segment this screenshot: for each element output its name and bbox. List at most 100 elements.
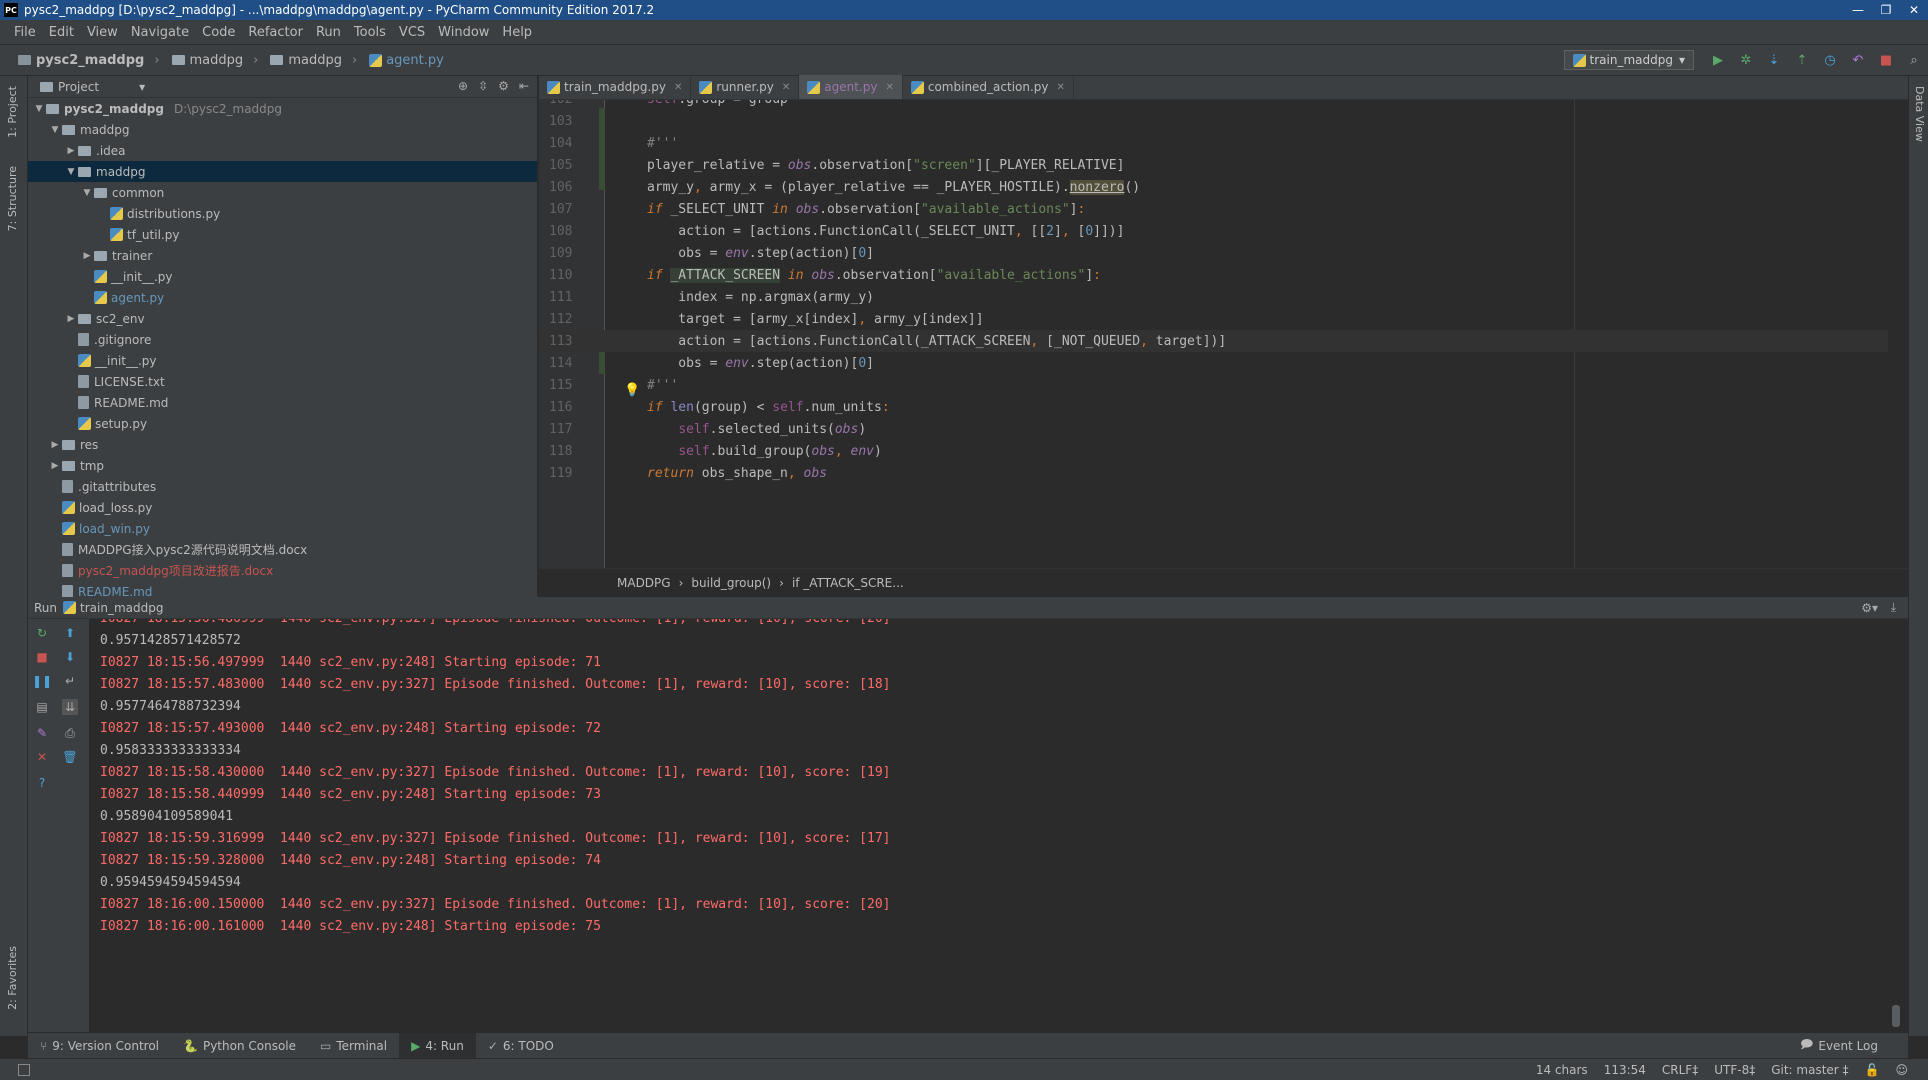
tree-item[interactable]: MADDPG接入pysc2源代码说明文档.docx bbox=[28, 539, 537, 560]
code-line[interactable]: 102 self.group = group bbox=[539, 100, 1888, 110]
data-view-tool-tab[interactable]: Data View bbox=[1913, 86, 1926, 142]
tree-item[interactable]: LICENSE.txt bbox=[28, 371, 537, 392]
tree-item[interactable]: README.md bbox=[28, 392, 537, 413]
minimize-button[interactable]: — bbox=[1844, 0, 1872, 20]
code-line[interactable]: 105 player_relative = obs.observation["sc… bbox=[539, 154, 1888, 176]
close-tab-icon[interactable]: ✕ bbox=[1057, 82, 1065, 93]
code-line[interactable]: 107 if _SELECT_UNIT in obs.observation["a… bbox=[539, 198, 1888, 220]
menu-run[interactable]: Run bbox=[316, 25, 341, 40]
expand-arrow-icon[interactable]: ▶ bbox=[64, 314, 78, 324]
expand-arrow-icon[interactable]: ▶ bbox=[48, 461, 62, 471]
code-line[interactable]: 112 target = [army_x[index], army_y[inde… bbox=[539, 308, 1888, 330]
code-line[interactable]: 115 #''' bbox=[539, 374, 1888, 396]
close-window-button[interactable]: ✕ bbox=[1900, 0, 1928, 20]
bottom-tab[interactable]: ✓ 6: TODO bbox=[476, 1033, 566, 1059]
breadcrumb-project[interactable]: pysc2_maddpg › bbox=[18, 53, 160, 68]
code-line[interactable]: 117 self.selected_units(obs) bbox=[539, 418, 1888, 440]
help-icon[interactable]: ? bbox=[34, 775, 50, 791]
expand-arrow-icon[interactable]: ▶ bbox=[48, 440, 62, 450]
scroll-to-end-icon[interactable]: ⇊ bbox=[62, 699, 78, 715]
caret-position[interactable]: 113:54 bbox=[1604, 1063, 1646, 1077]
layout-icon[interactable]: ▤ bbox=[34, 699, 50, 715]
stop-icon[interactable]: ■ bbox=[34, 649, 50, 665]
lock-icon[interactable]: 🔓 bbox=[1865, 1063, 1880, 1077]
gear-icon[interactable]: ⚙ bbox=[498, 79, 509, 93]
code-line[interactable]: 109 obs = env.step(action)[0] bbox=[539, 242, 1888, 264]
debug-icon[interactable]: ✲ bbox=[1737, 51, 1755, 69]
close-tab-icon[interactable]: ✕ bbox=[782, 82, 790, 93]
maximize-button[interactable]: ❐ bbox=[1872, 0, 1900, 20]
menu-file[interactable]: File bbox=[14, 25, 36, 40]
stop-icon[interactable]: ■ bbox=[1877, 51, 1895, 69]
expand-arrow-icon[interactable]: ▶ bbox=[80, 251, 94, 261]
menu-navigate[interactable]: Navigate bbox=[131, 25, 189, 40]
run-config-dropdown[interactable]: train_maddpg ▾ bbox=[1563, 50, 1694, 70]
tree-item[interactable]: load_loss.py bbox=[28, 497, 537, 518]
expand-arrow-icon[interactable]: ▼ bbox=[64, 167, 78, 177]
collapse-all-icon[interactable]: ⇳ bbox=[478, 79, 488, 93]
hide-panel-icon[interactable]: ⤓ bbox=[1891, 600, 1896, 615]
code-line[interactable]: 106 army_y, army_x = (player_relative == … bbox=[539, 176, 1888, 198]
run-icon[interactable]: ▶ bbox=[1709, 51, 1727, 69]
line-separator[interactable]: CRLF‡ bbox=[1662, 1063, 1698, 1077]
close-tab-icon[interactable]: ✕ bbox=[885, 82, 893, 93]
scroll-to-source-icon[interactable]: ⊕ bbox=[458, 79, 468, 93]
code-line[interactable]: 108 action = [actions.FunctionCall(_SELE… bbox=[539, 220, 1888, 242]
lightbulb-icon[interactable]: 💡 bbox=[624, 383, 640, 398]
close-icon[interactable]: ✕ bbox=[34, 749, 50, 765]
file-encoding[interactable]: UTF-8‡ bbox=[1714, 1063, 1755, 1077]
project-view-dropdown[interactable]: Project bbox=[58, 80, 99, 94]
favorites-tool-tab[interactable]: 2: Favorites bbox=[6, 946, 19, 1010]
console-scrollbar[interactable] bbox=[1892, 1005, 1900, 1027]
revert-icon[interactable]: ↶ bbox=[1849, 51, 1867, 69]
tree-item[interactable]: ▶ sc2_env bbox=[28, 308, 537, 329]
tree-item[interactable]: ▼ common bbox=[28, 182, 537, 203]
pause-icon[interactable]: ❚❚ bbox=[32, 673, 52, 689]
code-line[interactable]: 114 obs = env.step(action)[0] bbox=[539, 352, 1888, 374]
editor-breadcrumb-item[interactable]: build_group() bbox=[691, 576, 771, 590]
expand-arrow-icon[interactable]: ▼ bbox=[32, 104, 46, 114]
git-branch[interactable]: Git: master ‡ bbox=[1771, 1063, 1848, 1077]
code-line[interactable]: 104 #''' bbox=[539, 132, 1888, 154]
tree-item[interactable]: agent.py bbox=[28, 287, 537, 308]
expand-arrow-icon[interactable]: ▶ bbox=[64, 146, 78, 156]
menu-help[interactable]: Help bbox=[502, 25, 532, 40]
menu-refactor[interactable]: Refactor bbox=[248, 25, 303, 40]
code-line[interactable]: 103 bbox=[539, 110, 1888, 132]
event-log-button[interactable]: 🗩 Event Log bbox=[1800, 1035, 1878, 1056]
menu-edit[interactable]: Edit bbox=[49, 25, 74, 40]
print-icon[interactable]: ⎙ bbox=[62, 725, 78, 741]
tree-item[interactable]: __init__.py bbox=[28, 266, 537, 287]
project-tool-tab[interactable]: 1: Project bbox=[6, 86, 19, 138]
bottom-tab[interactable]: ⑂ 9: Version Control bbox=[28, 1033, 171, 1059]
toggle-panels-icon[interactable] bbox=[18, 1063, 30, 1076]
tree-item[interactable]: ▶ tmp bbox=[28, 455, 537, 476]
menu-view[interactable]: View bbox=[87, 25, 118, 40]
up-arrow-icon[interactable]: ⬆ bbox=[62, 625, 78, 641]
bottom-tab[interactable]: ▭ Terminal bbox=[308, 1033, 399, 1059]
code-line[interactable]: 111 index = np.argmax(army_y) bbox=[539, 286, 1888, 308]
code-line[interactable]: 116 if len(group) < self.num_units: bbox=[539, 396, 1888, 418]
tree-item[interactable]: ▶ .idea bbox=[28, 140, 537, 161]
soft-wrap-icon[interactable]: ↵ bbox=[62, 673, 78, 689]
breadcrumb-file[interactable]: agent.py bbox=[369, 53, 444, 68]
tree-item[interactable]: distributions.py bbox=[28, 203, 537, 224]
code-line[interactable]: 113 action = [actions.FunctionCall(_ATTA… bbox=[539, 330, 1888, 352]
tree-item[interactable]: load_win.py bbox=[28, 518, 537, 539]
gear-icon[interactable]: ⚙▾ bbox=[1861, 601, 1878, 615]
menu-tools[interactable]: Tools bbox=[354, 25, 386, 40]
menu-code[interactable]: Code bbox=[202, 25, 235, 40]
code-line[interactable]: 118 self.build_group(obs, env) bbox=[539, 440, 1888, 462]
editor-breadcrumb-item[interactable]: MADDPG bbox=[617, 576, 671, 590]
vcs-history-icon[interactable]: ◷ bbox=[1821, 51, 1839, 69]
vcs-update-icon[interactable]: ⇣ bbox=[1765, 51, 1783, 69]
tree-item[interactable]: README.md bbox=[28, 581, 537, 597]
trash-icon[interactable]: 🗑 bbox=[62, 749, 78, 765]
search-icon[interactable]: ⌕ bbox=[1905, 51, 1923, 69]
editor-tab[interactable]: train_maddpg.py ✕ bbox=[539, 75, 692, 99]
menu-window[interactable]: Window bbox=[438, 25, 489, 40]
hide-panel-icon[interactable]: ⇤ bbox=[519, 79, 529, 93]
code-editor[interactable]: 102 self.group = group 103 104 #''' 105 player… bbox=[539, 100, 1908, 568]
breadcrumb-folder[interactable]: maddpg › bbox=[270, 53, 357, 68]
inspector-icon[interactable]: ☺ bbox=[1895, 1063, 1908, 1077]
